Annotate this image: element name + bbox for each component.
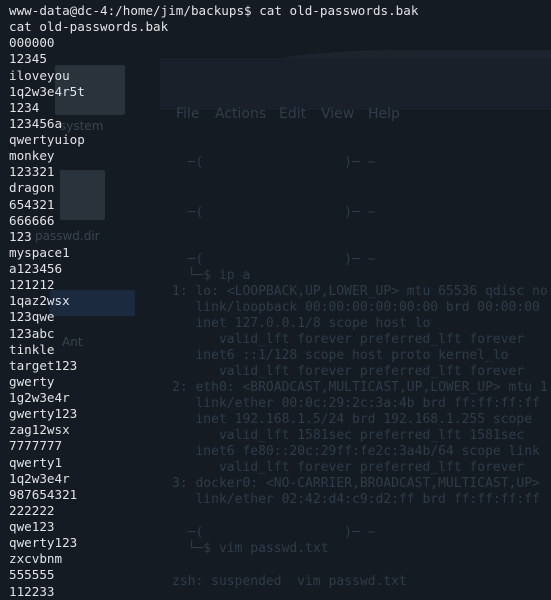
password-line: 123qwe <box>9 309 55 325</box>
password-line: 987654321 <box>9 486 78 502</box>
terminal-prompt: www-data@dc-4:/home/jim/backups$ cat old… <box>9 3 419 18</box>
password-line: qwertyuiop <box>9 132 85 147</box>
password-line: qwe123 <box>9 519 55 534</box>
password-line: gwerty <box>9 373 55 389</box>
password-line: 123321 <box>9 164 55 180</box>
password-line: 123456a <box>9 115 63 131</box>
password-line: 1qaz2wsx <box>9 293 70 309</box>
password-line: gwerty123 <box>9 406 78 422</box>
password-line: 555555 <box>9 567 55 583</box>
password-line: 1234 <box>9 99 40 115</box>
terminal-output: www-data@dc-4:/home/jim/backups$ cat old… <box>9 3 418 600</box>
password-line: 12345 <box>9 51 47 67</box>
password-line: zxcvbnm <box>9 551 63 567</box>
password-list: 000000 12345 iloveyou 1q2w3e4r5t 1234 123456a… <box>9 35 418 599</box>
password-line: 121212 <box>9 277 55 293</box>
password-line: dragon <box>9 180 55 196</box>
password-line: qwerty1 <box>9 454 63 470</box>
password-line: 666666 <box>9 212 55 228</box>
password-line: 1q2w3e4r <box>9 470 70 486</box>
password-line: myspace1 <box>9 244 70 260</box>
password-line: 1q2w3e4r5t <box>9 83 85 99</box>
password-line: 7777777 <box>9 438 63 454</box>
password-line: 654321 <box>9 196 55 212</box>
password-line: 1g2w3e4r <box>9 390 70 405</box>
password-line: 112233 <box>9 583 55 599</box>
password-line: zag12wsx <box>9 422 70 438</box>
terminal-command-echo: cat old-passwords.bak <box>9 19 169 35</box>
password-line: tinkle <box>9 341 55 357</box>
password-line: 123 <box>9 228 32 244</box>
password-line: 000000 <box>9 35 55 51</box>
password-line: a123456 <box>9 261 63 276</box>
password-line: 222222 <box>9 502 55 518</box>
password-line: iloveyou <box>9 67 70 83</box>
password-line: qwerty123 <box>9 535 78 551</box>
password-line: 123abc <box>9 325 55 341</box>
password-line: target123 <box>9 357 78 373</box>
password-line: monkey <box>9 148 55 164</box>
